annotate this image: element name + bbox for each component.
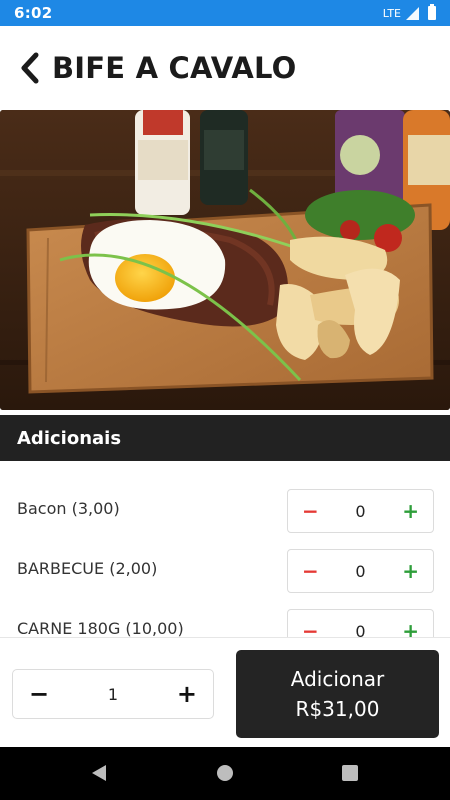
addon-row-carne: CARNE 180G (10,00) − 0 + bbox=[0, 601, 450, 637]
chevron-left-icon bbox=[21, 52, 39, 84]
addon-quantity: 0 bbox=[355, 561, 366, 581]
app-header: BIFE A CAVALO bbox=[0, 26, 450, 110]
quantity-increment-button[interactable]: + bbox=[177, 682, 197, 706]
decrement-button[interactable]: − bbox=[302, 501, 319, 521]
quantity-stepper: − 1 + bbox=[12, 669, 214, 719]
battery-icon bbox=[428, 4, 436, 20]
order-bar: − 1 + Adicionar R$31,00 bbox=[0, 637, 450, 747]
add-button-label: Adicionar bbox=[290, 667, 385, 691]
addon-stepper: − 0 + bbox=[287, 549, 434, 593]
system-nav-bar bbox=[0, 747, 450, 800]
addon-label: CARNE 180G (10,00) bbox=[17, 619, 184, 637]
addon-stepper: − 0 + bbox=[287, 609, 434, 637]
decrement-button[interactable]: − bbox=[302, 561, 319, 581]
increment-button[interactable]: + bbox=[402, 501, 419, 521]
addons-section-header: Adicionais bbox=[0, 415, 450, 461]
add-button-price: R$31,00 bbox=[295, 697, 380, 721]
addon-label: BARBECUE (2,00) bbox=[17, 559, 158, 578]
network-type: LTE bbox=[382, 6, 401, 20]
status-time: 6:02 bbox=[14, 4, 53, 22]
addon-quantity: 0 bbox=[355, 501, 366, 521]
quantity-decrement-button[interactable]: − bbox=[29, 682, 49, 706]
signal-icon bbox=[406, 6, 419, 20]
addon-stepper: − 0 + bbox=[287, 489, 434, 533]
increment-button[interactable]: + bbox=[402, 561, 419, 581]
nav-back-icon[interactable] bbox=[90, 764, 108, 782]
addons-list[interactable]: Bacon (3,00) − 0 + BARBECUE (2,00) − 0 +… bbox=[0, 461, 450, 637]
addon-row-bacon: Bacon (3,00) − 0 + bbox=[0, 481, 450, 541]
nav-recents-icon[interactable] bbox=[341, 764, 359, 782]
food-photo-illustration bbox=[0, 110, 450, 410]
nav-home-icon[interactable] bbox=[216, 764, 234, 782]
decrement-button[interactable]: − bbox=[302, 621, 319, 637]
back-button[interactable] bbox=[14, 48, 46, 88]
addon-row-barbecue: BARBECUE (2,00) − 0 + bbox=[0, 541, 450, 601]
page-title: BIFE A CAVALO bbox=[52, 51, 297, 85]
addon-quantity: 0 bbox=[355, 621, 366, 638]
quantity-value: 1 bbox=[107, 684, 119, 704]
increment-button[interactable]: + bbox=[402, 621, 419, 637]
addon-label: Bacon (3,00) bbox=[17, 499, 120, 518]
product-image bbox=[0, 110, 450, 410]
status-icons: LTE bbox=[382, 4, 436, 20]
section-title: Adicionais bbox=[17, 427, 122, 449]
add-to-cart-button[interactable]: Adicionar R$31,00 bbox=[236, 650, 439, 738]
status-bar: 6:02 LTE bbox=[0, 0, 450, 26]
